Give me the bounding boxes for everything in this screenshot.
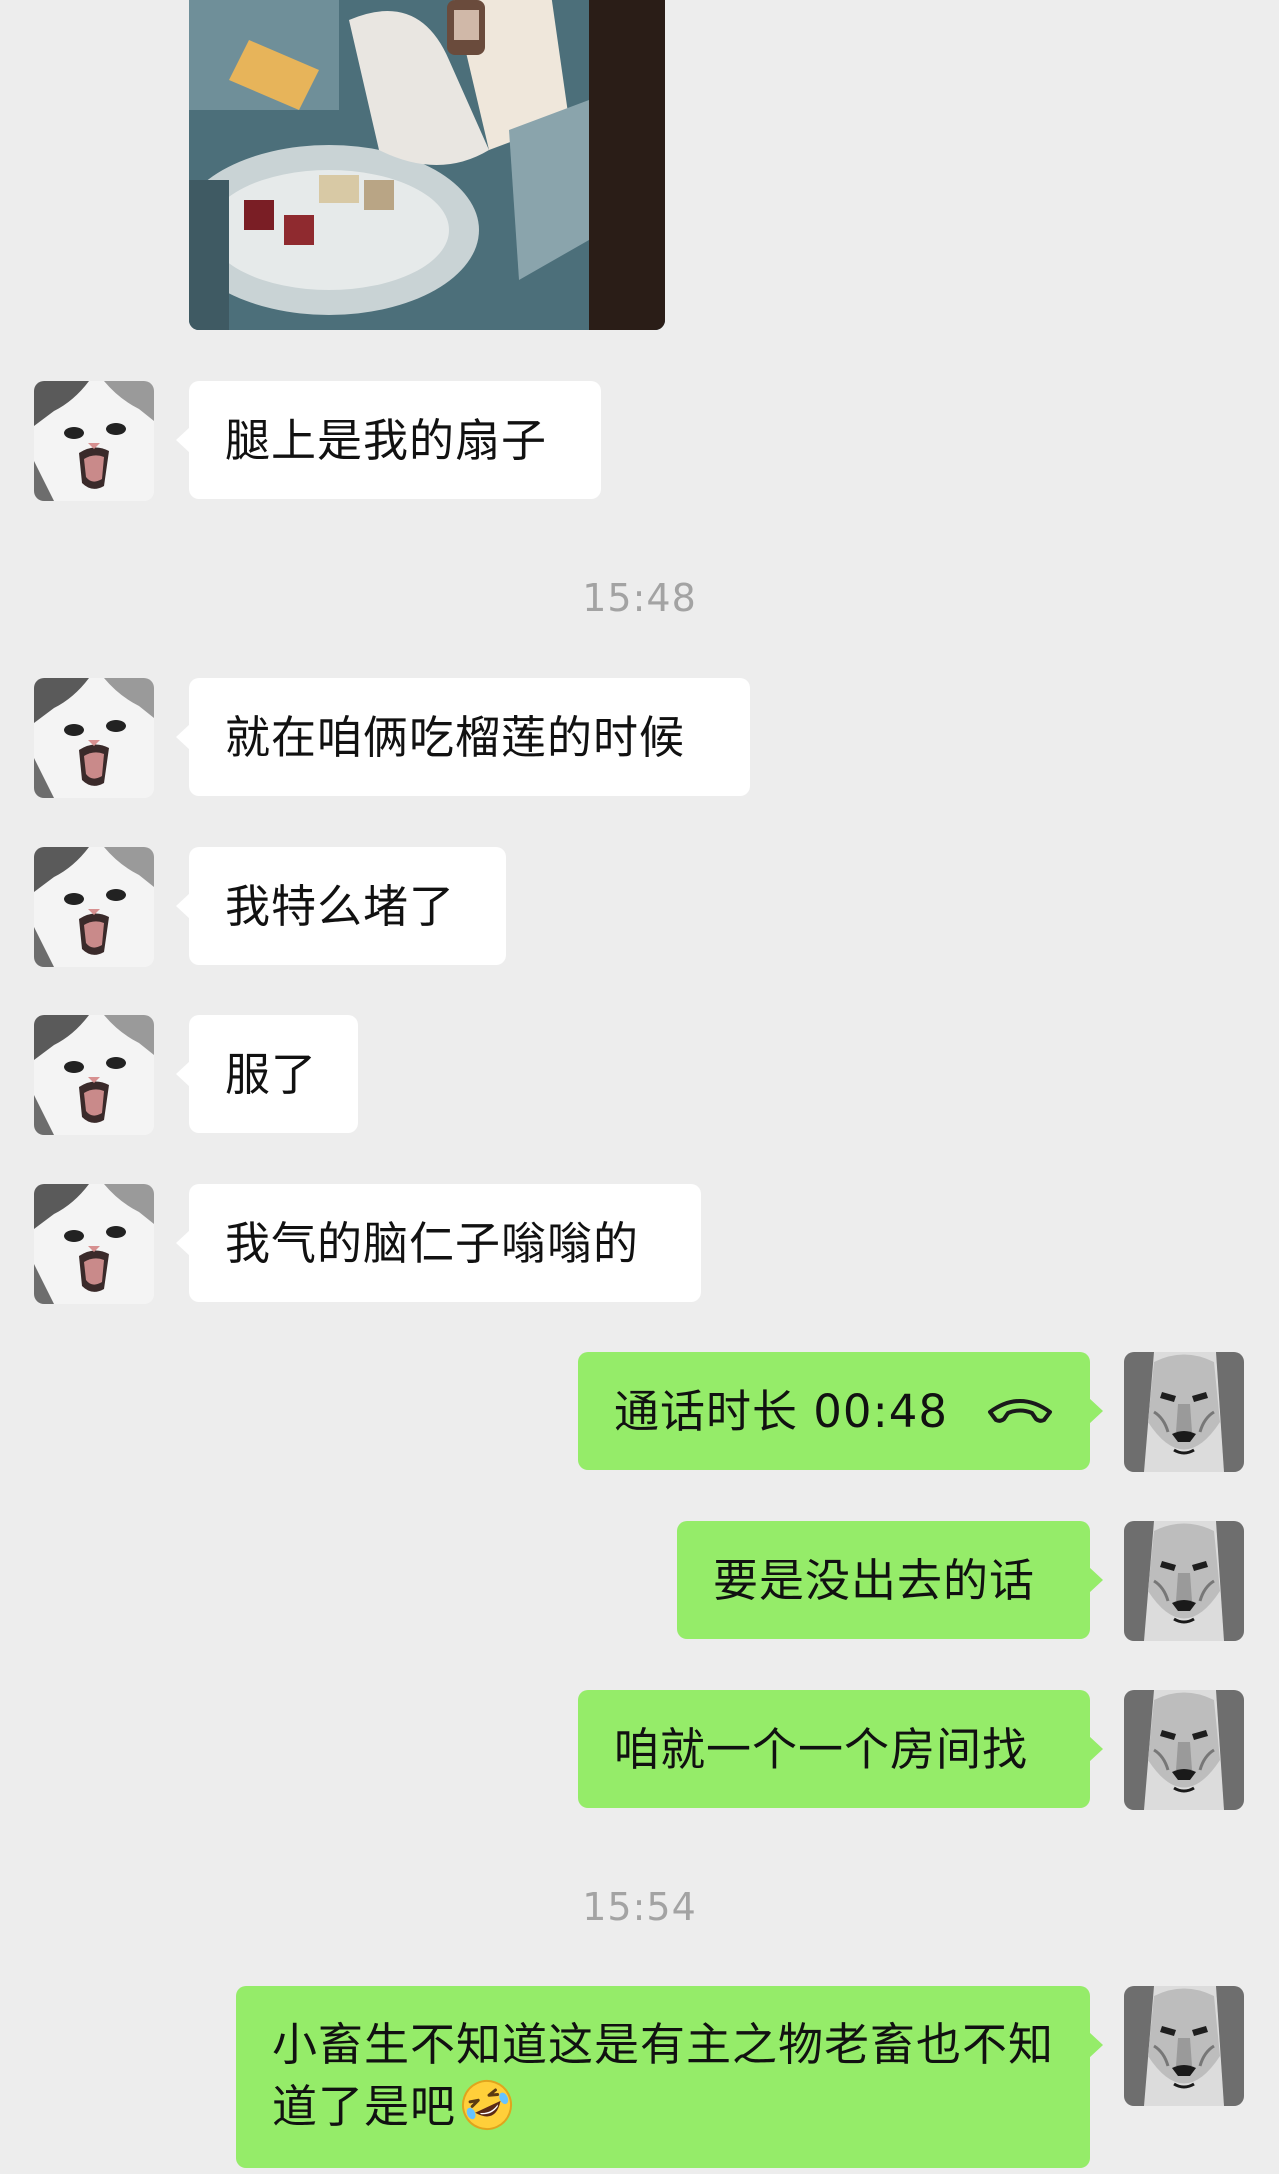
message-text: 咱就一个一个房间找 <box>614 1723 1029 1776</box>
photo-image <box>189 0 665 330</box>
photo-message[interactable] <box>189 0 665 330</box>
lion-avatar-icon <box>1124 1690 1244 1810</box>
lion-avatar-icon <box>1124 1986 1244 2106</box>
message-text: 我气的脑仁子嗡嗡的 <box>225 1217 640 1270</box>
message-text: 我特么堵了 <box>225 880 456 933</box>
cat-avatar-icon <box>34 1015 154 1135</box>
call-record-bubble[interactable]: 通话时长 00:48 <box>578 1352 1103 1470</box>
cat-avatar-icon <box>34 1184 154 1304</box>
rolling-laughing-emoji-icon <box>462 2080 513 2130</box>
contact-avatar[interactable] <box>34 678 154 798</box>
message-bubble[interactable]: 我气的脑仁子嗡嗡的 <box>176 1184 701 1302</box>
message-bubble[interactable]: 咱就一个一个房间找 <box>578 1690 1103 1808</box>
message-text-container: 小畜生不知道这是有主之物老畜也不知道了是吧 <box>272 2014 1062 2138</box>
contact-avatar[interactable] <box>34 1015 154 1135</box>
my-avatar[interactable] <box>1124 1521 1244 1641</box>
phone-hangup-icon <box>988 1399 1052 1423</box>
my-avatar[interactable] <box>1124 1352 1244 1472</box>
contact-avatar[interactable] <box>34 1184 154 1304</box>
message-text: 腿上是我的扇子 <box>225 414 548 467</box>
cat-avatar-icon <box>34 847 154 967</box>
message-bubble[interactable]: 服了 <box>176 1015 358 1133</box>
timestamp: 15:54 <box>582 1885 697 1929</box>
message-bubble[interactable]: 腿上是我的扇子 <box>176 381 601 499</box>
lion-avatar-icon <box>1124 1352 1244 1472</box>
message-text: 就在咱俩吃榴莲的时候 <box>225 711 686 764</box>
cat-avatar-icon <box>34 678 154 798</box>
message-bubble[interactable]: 要是没出去的话 <box>677 1521 1103 1639</box>
timestamp: 15:48 <box>582 576 697 620</box>
message-text: 小畜生不知道这是有主之物老畜也不知道了是吧 <box>272 2018 1055 2133</box>
message-text: 要是没出去的话 <box>713 1554 1036 1607</box>
cat-avatar-icon <box>34 381 154 501</box>
message-text: 服了 <box>225 1048 318 1101</box>
message-bubble[interactable]: 我特么堵了 <box>176 847 506 965</box>
message-bubble[interactable]: 就在咱俩吃榴莲的时候 <box>176 678 750 796</box>
my-avatar[interactable] <box>1124 1690 1244 1810</box>
message-bubble[interactable]: 小畜生不知道这是有主之物老畜也不知道了是吧 <box>236 1986 1103 2168</box>
my-avatar[interactable] <box>1124 1986 1244 2106</box>
contact-avatar[interactable] <box>34 847 154 967</box>
call-duration-text: 通话时长 00:48 <box>614 1385 948 1438</box>
contact-avatar[interactable] <box>34 381 154 501</box>
lion-avatar-icon <box>1124 1521 1244 1641</box>
